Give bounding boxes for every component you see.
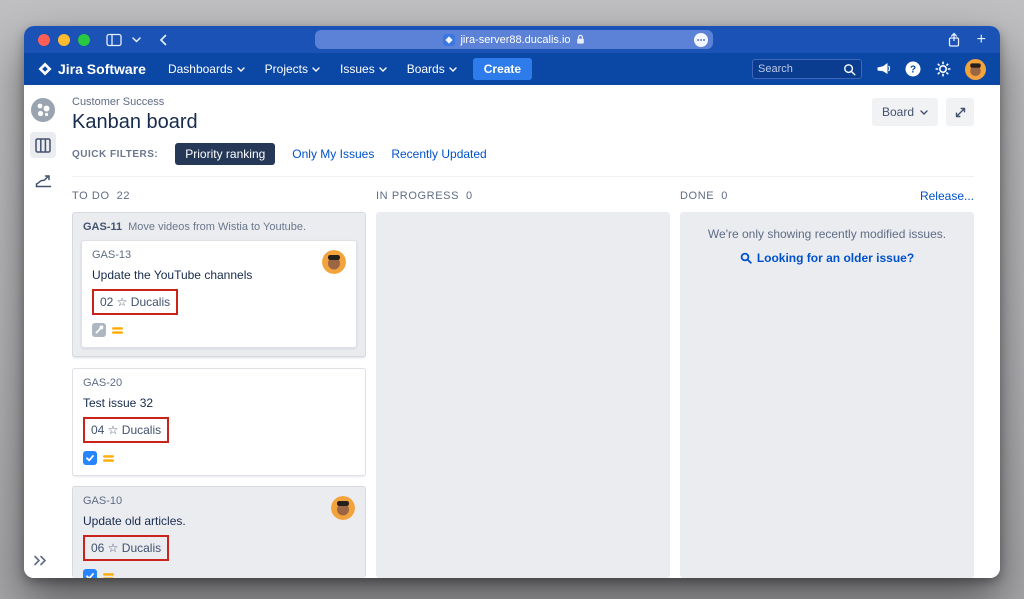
chevron-down-icon xyxy=(237,67,245,72)
task-icon xyxy=(83,451,97,465)
ducalis-label: 06 ☆ Ducalis xyxy=(91,541,161,555)
back-icon[interactable] xyxy=(159,34,167,46)
expand-icon xyxy=(954,106,967,119)
issue-card[interactable]: GAS-13 Update the YouTube channels 02 ☆ … xyxy=(81,240,357,348)
done-column-notice: We're only showing recently modified iss… xyxy=(690,227,964,241)
url-text: jira-server88.ducalis.io xyxy=(460,34,570,46)
chevron-down-icon xyxy=(312,67,320,72)
subtask-icon xyxy=(92,323,106,337)
jira-logo-icon xyxy=(38,62,52,76)
annotation-box: 06 ☆ Ducalis xyxy=(83,535,169,561)
issue-key: GAS-11 xyxy=(83,221,122,233)
chevron-down-icon xyxy=(920,110,928,115)
column-todo: GAS-11 Move videos from Wistia to Youtube… xyxy=(72,212,366,578)
column-headers: TO DO 22 IN PROGRESS 0 DONE0 Release... xyxy=(72,177,974,212)
close-window-button[interactable] xyxy=(38,34,50,46)
breadcrumb[interactable]: Customer Success xyxy=(72,96,974,108)
filter-priority-ranking[interactable]: Priority ranking xyxy=(175,143,275,165)
nav-item-projects[interactable]: Projects xyxy=(265,62,320,76)
release-link[interactable]: Release... xyxy=(920,189,974,203)
priority-medium-icon xyxy=(102,570,115,579)
settings-gear-icon[interactable] xyxy=(935,61,951,77)
expand-sidebar-icon[interactable] xyxy=(33,555,49,566)
issue-summary: Update the YouTube channels xyxy=(92,268,346,282)
issue-card[interactable]: GAS-10 Update old articles. 06 ☆ Ducalis xyxy=(72,486,366,578)
issue-key: GAS-20 xyxy=(83,377,355,389)
svg-text:?: ? xyxy=(910,64,916,75)
assignee-avatar[interactable] xyxy=(322,250,346,274)
assignee-avatar[interactable] xyxy=(331,496,355,520)
column-in-progress xyxy=(376,212,670,578)
issue-card[interactable]: GAS-20 Test issue 32 04 ☆ Ducalis xyxy=(72,368,366,476)
chevron-down-icon xyxy=(379,67,387,72)
task-icon xyxy=(83,569,97,578)
priority-medium-icon xyxy=(102,452,115,465)
priority-medium-icon xyxy=(111,324,124,337)
share-icon[interactable] xyxy=(947,32,961,48)
issue-summary: Test issue 32 xyxy=(83,396,355,410)
search-icon xyxy=(740,252,752,264)
filter-only-my-issues[interactable]: Only My Issues xyxy=(292,147,374,161)
zoom-window-button[interactable] xyxy=(78,34,90,46)
issue-summary: Update old articles. xyxy=(83,514,355,528)
nav-item-dashboards[interactable]: Dashboards xyxy=(168,62,245,76)
nav-item-issues[interactable]: Issues xyxy=(340,62,387,76)
project-sidebar xyxy=(24,85,62,578)
minimize-window-button[interactable] xyxy=(58,34,70,46)
annotation-box: 02 ☆ Ducalis xyxy=(92,289,178,315)
board-main: Customer Success Kanban board Board QUIC… xyxy=(62,85,1000,578)
search-box[interactable] xyxy=(752,59,862,79)
ducalis-label: 02 ☆ Ducalis xyxy=(100,295,170,309)
board-page: Customer Success Kanban board Board QUIC… xyxy=(24,85,1000,578)
ducalis-label: 04 ☆ Ducalis xyxy=(91,423,161,437)
search-icon xyxy=(843,63,856,76)
window-controls xyxy=(38,34,90,46)
nav-menus: Dashboards Projects Issues Boards xyxy=(168,62,457,76)
page-settings-icon[interactable] xyxy=(694,33,708,47)
kanban-board: TO DO 22 IN PROGRESS 0 DONE0 Release... xyxy=(72,177,974,578)
column-header-done: DONE0 Release... xyxy=(680,189,974,203)
browser-window: jira-server88.ducalis.io + xyxy=(24,26,1000,578)
page-title: Kanban board xyxy=(72,111,974,134)
user-avatar[interactable] xyxy=(965,59,986,80)
board-menu-button[interactable]: Board xyxy=(872,98,938,126)
create-button[interactable]: Create xyxy=(473,58,532,80)
new-tab-icon[interactable]: + xyxy=(977,32,986,48)
sidebar-item-board[interactable] xyxy=(30,132,56,158)
search-input[interactable] xyxy=(758,63,839,75)
column-header-in-progress: IN PROGRESS 0 xyxy=(376,189,670,203)
quick-filters-label: QUICK FILTERS: xyxy=(72,149,158,160)
issue-key: GAS-13 xyxy=(92,249,346,261)
browser-chrome: jira-server88.ducalis.io + xyxy=(24,26,1000,53)
desktop-background: jira-server88.ducalis.io + xyxy=(0,0,1024,599)
nav-item-boards[interactable]: Boards xyxy=(407,62,457,76)
chevron-down-icon xyxy=(449,67,457,72)
issue-key: GAS-10 xyxy=(83,495,355,507)
page-header: Customer Success Kanban board Board xyxy=(72,96,974,134)
issue-summary: Move videos from Wistia to Youtube. xyxy=(128,221,306,233)
site-favicon xyxy=(443,34,455,46)
column-done: We're only showing recently modified iss… xyxy=(680,212,974,578)
older-issue-link[interactable]: Looking for an older issue? xyxy=(740,251,914,265)
sidebar-toggle-icon[interactable] xyxy=(106,33,122,47)
project-avatar[interactable] xyxy=(30,97,56,123)
filter-recently-updated[interactable]: Recently Updated xyxy=(391,147,486,161)
column-header-todo: TO DO 22 xyxy=(72,189,366,203)
annotation-box: 04 ☆ Ducalis xyxy=(83,417,169,443)
quick-filters-bar: QUICK FILTERS: Priority ranking Only My … xyxy=(72,143,974,177)
jira-navbar: Jira Software Dashboards Projects Issues… xyxy=(24,53,1000,85)
announcements-icon[interactable] xyxy=(876,62,891,76)
jira-logo-text: Jira Software xyxy=(58,61,146,77)
chevron-down-icon[interactable] xyxy=(132,37,141,43)
address-bar[interactable]: jira-server88.ducalis.io xyxy=(315,30,713,49)
swimlane-header: GAS-11 Move videos from Wistia to Youtube… xyxy=(73,213,365,240)
swimlane-gas-11[interactable]: GAS-11 Move videos from Wistia to Youtube… xyxy=(72,212,366,357)
lock-icon xyxy=(576,34,585,45)
jira-logo[interactable]: Jira Software xyxy=(38,61,146,77)
help-icon[interactable]: ? xyxy=(905,61,921,77)
columns: GAS-11 Move videos from Wistia to Youtube… xyxy=(72,212,974,578)
fullscreen-button[interactable] xyxy=(946,98,974,126)
sidebar-item-reports[interactable] xyxy=(30,167,56,193)
